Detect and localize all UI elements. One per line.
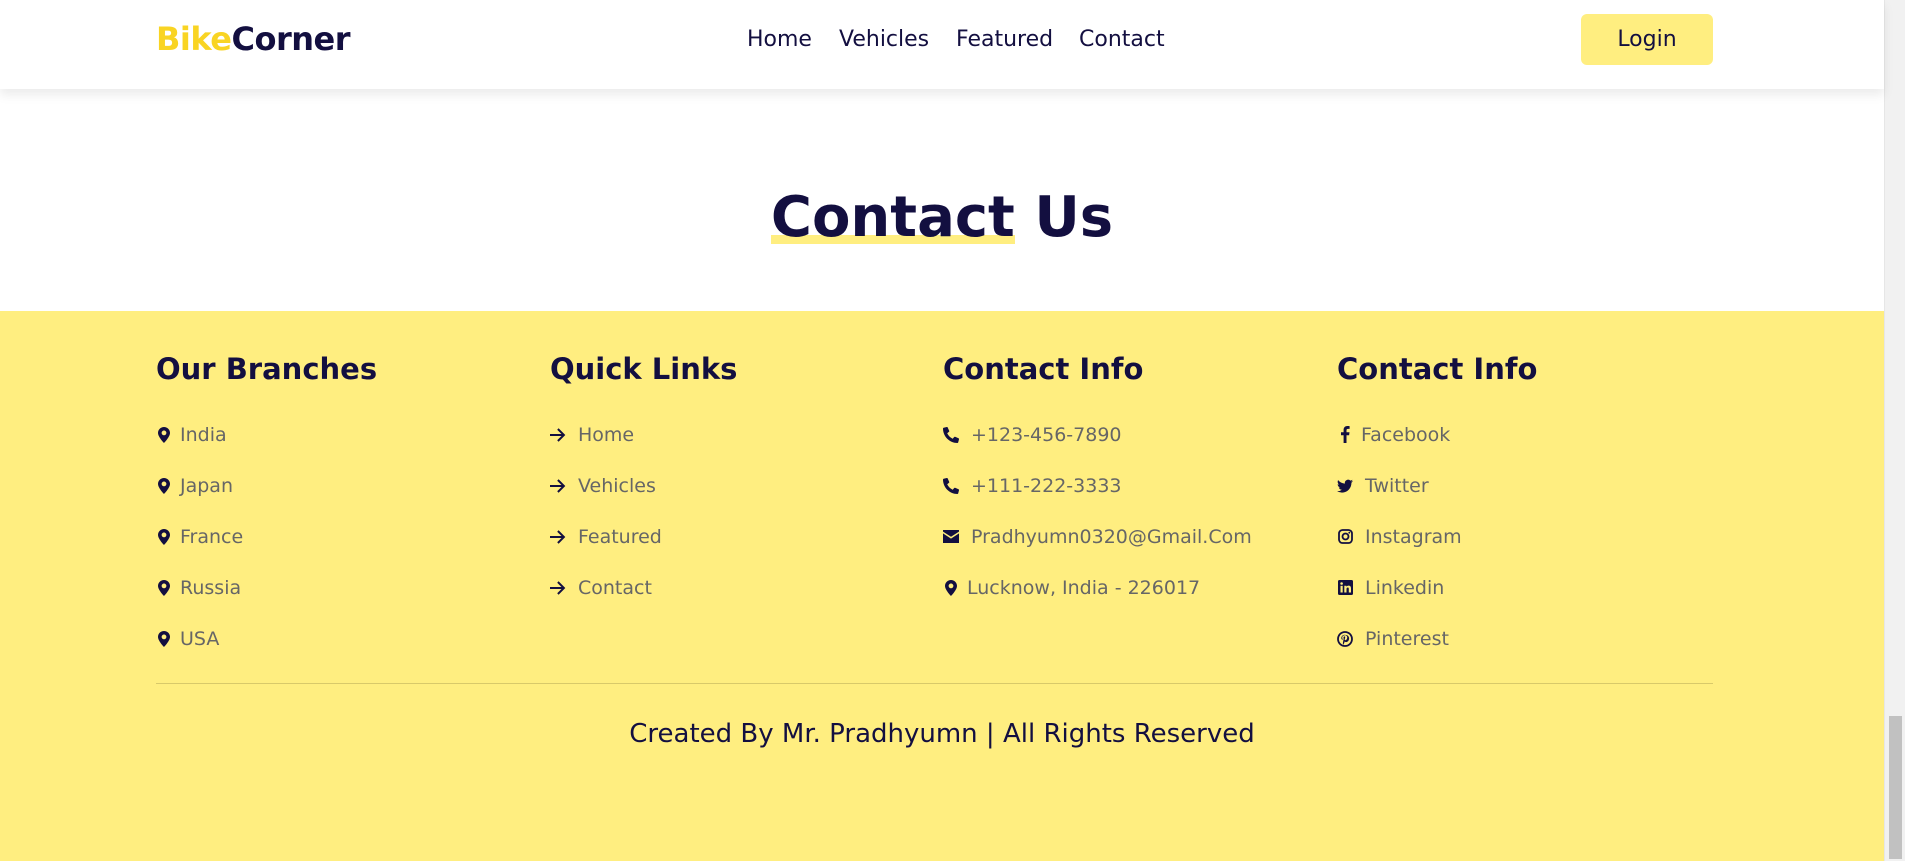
contact-heading-underlined: Contact (770, 180, 1015, 256)
contact-info-column: Contact Info +123-456-7890 +111-222-3333… (943, 351, 1323, 613)
contact-heading-rest: Us (1014, 185, 1114, 250)
social-label: Facebook (1361, 423, 1451, 446)
footer-divider (156, 683, 1713, 684)
map-marker-icon (156, 630, 172, 648)
quick-links-title: Quick Links (550, 352, 738, 386)
logo-accent: Bike (156, 20, 232, 58)
arrow-right-icon (550, 528, 566, 546)
branch-label: Japan (180, 474, 233, 497)
branch-label: USA (180, 627, 220, 650)
quick-links-column: Quick Links Home Vehicles Featured Conta… (550, 351, 930, 613)
map-marker-icon (156, 426, 172, 444)
twitter-icon (1337, 477, 1353, 495)
quick-link-home[interactable]: Home (550, 409, 930, 460)
social-label: Instagram (1365, 525, 1462, 548)
branch-label: France (180, 525, 244, 548)
quick-link-label: Featured (578, 525, 662, 548)
social-column: Contact Info Facebook Twitter Instagram … (1337, 351, 1717, 664)
map-marker-icon (156, 528, 172, 546)
login-button[interactable]: Login (1581, 14, 1713, 65)
branch-link[interactable]: USA (156, 613, 536, 664)
linkedin-icon (1337, 579, 1353, 597)
quick-link-label: Home (578, 423, 635, 446)
contact-email-link[interactable]: Pradhyumn0320@Gmail.Com (943, 511, 1323, 562)
map-marker-icon (156, 579, 172, 597)
social-pinterest-link[interactable]: Pinterest (1337, 613, 1717, 664)
social-linkedin-link[interactable]: Linkedin (1337, 562, 1717, 613)
footer-credit: Created By Mr. Pradhyumn | All Rights Re… (629, 719, 1255, 749)
quick-link-label: Contact (578, 576, 652, 599)
social-instagram-link[interactable]: Instagram (1337, 511, 1717, 562)
header: BikeCorner Home Vehicles Featured Contac… (0, 0, 1884, 89)
branch-link[interactable]: France (156, 511, 536, 562)
social-title: Contact Info (1337, 352, 1538, 386)
branches-column: Our Branches India Japan France Russia U… (156, 351, 536, 664)
branch-label: India (180, 423, 227, 446)
contact-heading: Contact Us (0, 180, 1884, 256)
social-label: Twitter (1365, 474, 1429, 497)
contact-text: +123-456-7890 (971, 423, 1122, 446)
envelope-icon (943, 528, 959, 546)
nav-contact[interactable]: Contact (1079, 26, 1165, 54)
branch-label: Russia (180, 576, 242, 599)
facebook-icon (1337, 426, 1353, 444)
map-marker-icon (156, 477, 172, 495)
logo[interactable]: BikeCorner (156, 20, 350, 58)
quick-link-vehicles[interactable]: Vehicles (550, 460, 930, 511)
social-label: Linkedin (1365, 576, 1445, 599)
nav-vehicles[interactable]: Vehicles (839, 26, 929, 54)
arrow-right-icon (550, 477, 566, 495)
map-marker-icon (943, 579, 959, 597)
quick-link-label: Vehicles (578, 474, 656, 497)
branch-link[interactable]: Russia (156, 562, 536, 613)
contact-address-link[interactable]: Lucknow, India - 226017 (943, 562, 1323, 613)
contact-text: Pradhyumn0320@Gmail.Com (971, 525, 1252, 548)
branches-title: Our Branches (156, 352, 378, 386)
nav-home[interactable]: Home (747, 26, 812, 54)
logo-rest: Corner (231, 20, 350, 58)
arrow-right-icon (550, 426, 566, 444)
phone-icon (943, 426, 959, 444)
quick-link-contact[interactable]: Contact (550, 562, 930, 613)
page: BikeCorner Home Vehicles Featured Contac… (0, 0, 1884, 861)
contact-phone-link[interactable]: +123-456-7890 (943, 409, 1323, 460)
social-twitter-link[interactable]: Twitter (1337, 460, 1717, 511)
arrow-right-icon (550, 579, 566, 597)
contact-text: +111-222-3333 (971, 474, 1122, 497)
scrollbar-thumb[interactable] (1889, 716, 1902, 859)
phone-icon (943, 477, 959, 495)
quick-link-featured[interactable]: Featured (550, 511, 930, 562)
instagram-icon (1337, 528, 1353, 546)
social-facebook-link[interactable]: Facebook (1337, 409, 1717, 460)
nav-featured[interactable]: Featured (956, 26, 1053, 54)
social-label: Pinterest (1365, 627, 1449, 650)
contact-text: Lucknow, India - 226017 (967, 576, 1201, 599)
branch-link[interactable]: India (156, 409, 536, 460)
page-scrollbar[interactable] (1884, 0, 1905, 861)
footer: Our Branches India Japan France Russia U… (0, 311, 1884, 861)
contact-phone-link[interactable]: +111-222-3333 (943, 460, 1323, 511)
branch-link[interactable]: Japan (156, 460, 536, 511)
pinterest-icon (1337, 630, 1353, 648)
contact-info-title: Contact Info (943, 352, 1144, 386)
